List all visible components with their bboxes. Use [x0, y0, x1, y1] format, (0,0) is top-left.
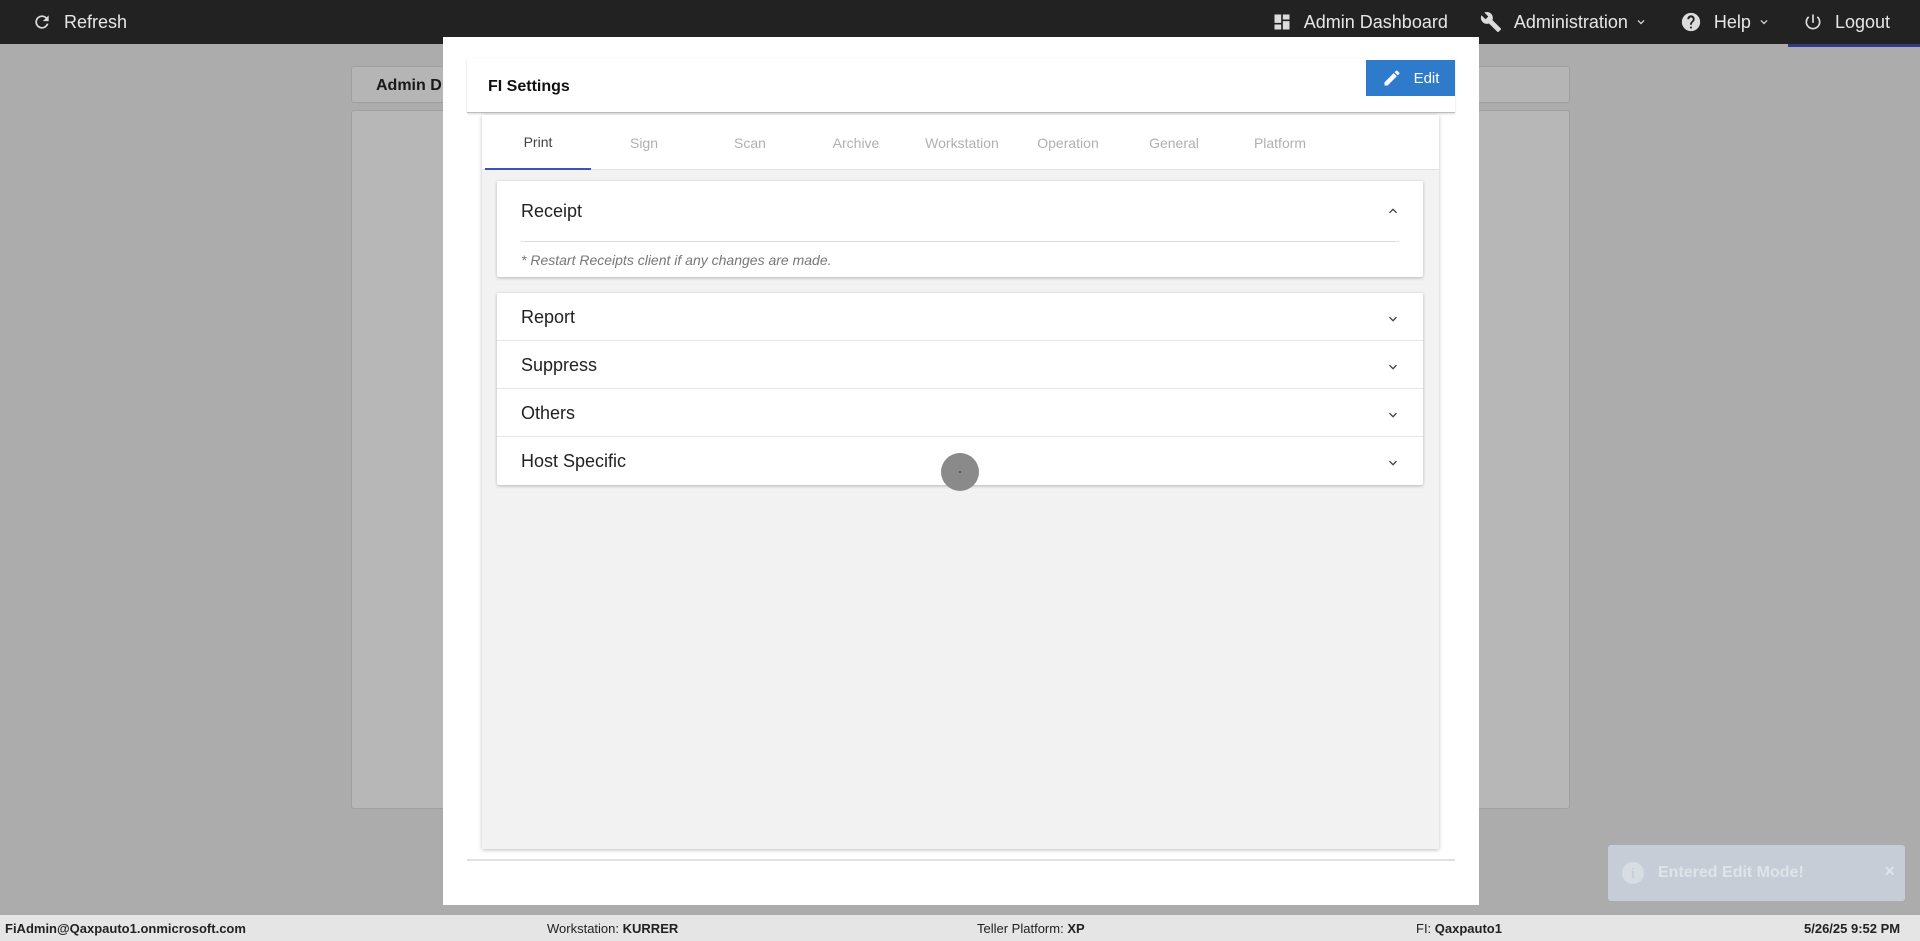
chevron-down-icon — [1389, 316, 1397, 322]
tab-print[interactable]: Print — [485, 115, 591, 170]
tab-scan[interactable]: Scan — [697, 115, 803, 170]
toast-message: Entered Edit Mode! — [1658, 864, 1804, 881]
chevron-up-icon[interactable] — [1385, 203, 1401, 219]
status-fi: FI: Qaxpauto1 — [1416, 921, 1502, 936]
help-circle-icon — [1681, 12, 1701, 32]
dialog-footer-divider — [467, 859, 1455, 861]
status-bar: FiAdmin@Qaxpauto1.onmicrosoft.com Workst… — [0, 915, 1920, 941]
tab-sign[interactable]: Sign — [591, 115, 697, 170]
status-datetime: 5/26/25 9:52 PM — [1804, 921, 1901, 936]
receipt-divider — [521, 241, 1399, 242]
help-label: Help — [1713, 11, 1751, 32]
refresh-button[interactable]: Refresh — [32, 0, 127, 44]
report-section-header[interactable]: Report — [497, 293, 1423, 341]
chevron-down-icon — [1389, 460, 1397, 466]
receipt-restart-note: * Restart Receipts client if any changes… — [521, 252, 832, 268]
help-menu[interactable]: Help — [1680, 0, 1771, 44]
chevron-down-icon — [1389, 412, 1397, 418]
host-specific-section-label: Host Specific — [521, 451, 627, 471]
others-section-header[interactable]: Others — [497, 389, 1423, 437]
cursor-indicator — [941, 453, 979, 491]
receipt-panel: Receipt * Restart Receipts client if any… — [497, 181, 1423, 277]
administration-label: Administration — [1513, 11, 1628, 32]
dialog-header: FI Settings — [467, 58, 1455, 113]
dialog-title: FI Settings — [488, 78, 570, 95]
pencil-icon — [1384, 70, 1400, 86]
tab-operation[interactable]: Operation — [1015, 115, 1121, 170]
status-teller-platform: Teller Platform: XP — [977, 921, 1085, 936]
chevron-down-icon — [1637, 20, 1645, 25]
others-section-label: Others — [521, 403, 576, 423]
suppress-section-label: Suppress — [521, 355, 598, 375]
dashboard-icon — [1274, 14, 1290, 30]
power-icon — [1805, 14, 1821, 30]
chevron-down-icon — [1760, 20, 1768, 25]
report-section-label: Report — [521, 307, 576, 327]
logout-label: Logout — [1834, 11, 1890, 32]
wrench-icon — [1480, 12, 1501, 33]
receipt-panel-header[interactable]: Receipt — [521, 201, 582, 222]
toast-close-icon[interactable]: × — [1884, 861, 1895, 882]
settings-tabs: Print Sign Scan Archive Workstation Oper… — [482, 115, 1439, 170]
chevron-down-icon — [1389, 364, 1397, 370]
refresh-label: Refresh — [64, 11, 128, 32]
tab-general[interactable]: General — [1121, 115, 1227, 170]
status-user: FiAdmin@Qaxpauto1.onmicrosoft.com — [5, 921, 246, 936]
logout-button[interactable]: Logout — [1803, 0, 1890, 44]
administration-menu[interactable]: Administration — [1480, 0, 1648, 44]
suppress-section-header[interactable]: Suppress — [497, 341, 1423, 389]
info-icon: i — [1622, 862, 1644, 884]
status-workstation: Workstation: KURRER — [547, 921, 679, 936]
edit-mode-toast: i Entered Edit Mode! × — [1608, 845, 1905, 901]
edit-label: Edit — [1413, 69, 1440, 87]
tab-platform[interactable]: Platform — [1227, 115, 1333, 170]
tab-workstation[interactable]: Workstation — [909, 115, 1015, 170]
edit-button[interactable]: Edit — [1366, 60, 1455, 96]
refresh-icon — [35, 15, 49, 29]
admin-dashboard-label: Admin Dashboard — [1303, 11, 1448, 32]
tab-archive[interactable]: Archive — [803, 115, 909, 170]
